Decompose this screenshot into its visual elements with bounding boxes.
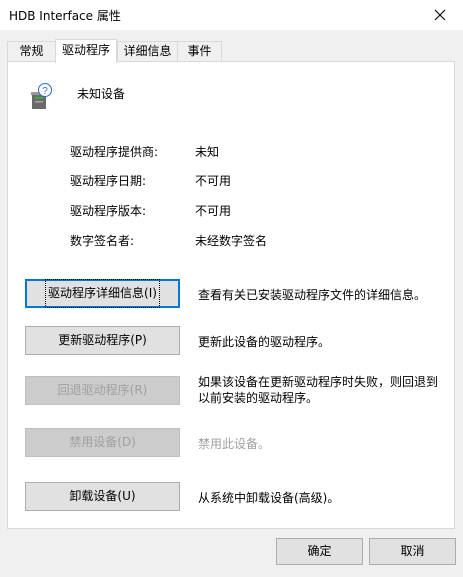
update-driver-desc: 更新此设备的驱动程序。 [198, 335, 331, 349]
close-button[interactable] [417, 0, 463, 30]
ok-button[interactable]: 确定 [276, 538, 363, 565]
cancel-button[interactable]: 取消 [369, 538, 456, 565]
date-label: 驱动程序日期: [70, 174, 147, 188]
title-bar: HDB Interface 属性 [0, 0, 463, 30]
date-value: 不可用 [195, 174, 232, 188]
device-name: 未知设备 [77, 87, 126, 101]
close-icon [434, 9, 446, 21]
tab-details[interactable]: 详细信息 [117, 41, 178, 61]
update-driver-button[interactable]: 更新驱动程序(P) [25, 326, 180, 355]
driver-details-desc: 查看有关已安装驱动程序文件的详细信息。 [198, 288, 427, 302]
version-value: 不可用 [195, 204, 232, 218]
uninstall-device-desc: 从系统中卸载设备(高级)。 [198, 491, 340, 505]
driver-details-button[interactable]: 驱动程序详细信息(I) [25, 279, 180, 308]
signer-value: 未经数字签名 [195, 234, 268, 248]
version-label: 驱动程序版本: [70, 204, 147, 218]
uninstall-device-button[interactable]: 卸载设备(U) [25, 482, 180, 511]
unknown-device-icon: ? [31, 83, 52, 109]
svg-text:?: ? [42, 86, 48, 97]
provider-value: 未知 [195, 145, 220, 159]
window-title: HDB Interface 属性 [9, 9, 121, 23]
tab-general[interactable]: 常规 [7, 41, 56, 61]
provider-label: 驱动程序提供商: [70, 145, 159, 159]
disable-device-button[interactable]: 禁用设备(D) [25, 428, 180, 457]
tab-driver[interactable]: 驱动程序 [55, 39, 117, 63]
driver-details-button-label: 驱动程序详细信息(I) [45, 279, 160, 308]
disable-device-desc: 禁用此设备。 [198, 437, 271, 451]
driver-panel: ? 未知设备 驱动程序提供商: 未知 驱动程序日期: 不可用 驱动程序版本: 不… [7, 61, 455, 529]
signer-label: 数字签名者: [70, 234, 135, 248]
rollback-driver-button[interactable]: 回退驱动程序(R) [25, 376, 180, 405]
rollback-driver-desc: 如果该设备在更新驱动程序时失败，则回退到以前安装的驱动程序。 [198, 375, 439, 405]
tab-events[interactable]: 事件 [177, 41, 222, 61]
